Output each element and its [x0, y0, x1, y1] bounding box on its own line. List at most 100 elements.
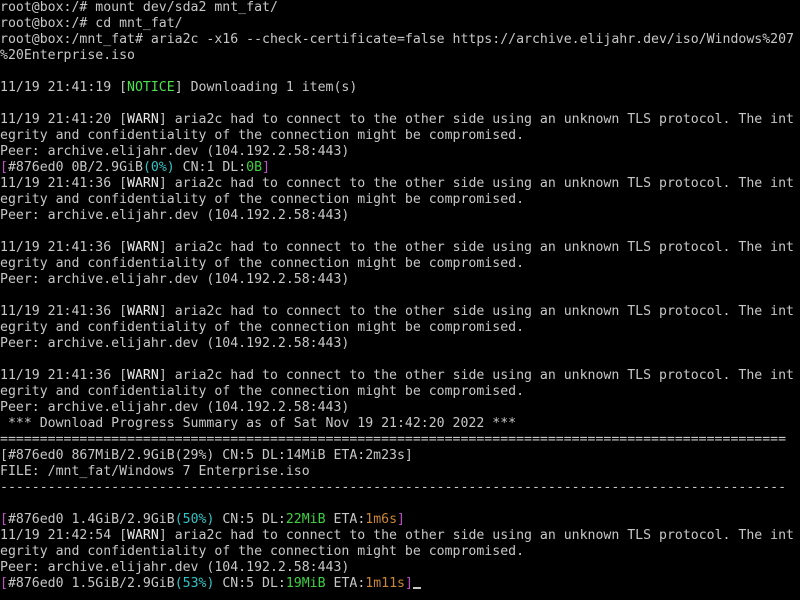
terminal-line: root@box:/# cd mnt_fat/ — [0, 16, 800, 32]
terminal-text-segment: ] — [404, 576, 413, 591]
terminal-text-segment: #876ed0 1.5GiB/2.9GiB — [7, 576, 175, 591]
terminal-line: [#876ed0 1.5GiB/2.9GiB(53%) CN:5 DL:19Mi… — [0, 576, 800, 592]
terminal-line: egrity and confidentiality of the connec… — [0, 128, 800, 144]
terminal-text-segment: WARN — [127, 112, 159, 127]
terminal-text-segment: egrity and confidentiality of the connec… — [0, 384, 525, 399]
terminal-line: egrity and confidentiality of the connec… — [0, 384, 800, 400]
text-cursor-icon — [412, 587, 421, 589]
terminal-text-segment: 1m6s — [365, 512, 398, 527]
terminal-text-segment: egrity and confidentiality of the connec… — [0, 320, 525, 335]
terminal-text-segment: CN:1 DL: — [174, 160, 247, 175]
terminal-text-segment: 19MiB — [285, 576, 326, 591]
terminal-text-segment: WARN — [127, 240, 159, 255]
terminal-text-segment: ] aria2c had to connect to the other sid… — [158, 176, 794, 191]
terminal-text-segment: Peer: archive.elijahr.dev (104.192.2.58:… — [0, 560, 350, 575]
terminal-text-segment: root@box:/mnt_fat# aria2c -x16 --check-c… — [0, 32, 794, 47]
terminal-line: ========================================… — [0, 432, 800, 448]
terminal-text-segment: (53%) — [174, 576, 215, 591]
terminal-line: ----------------------------------------… — [0, 480, 800, 496]
terminal-line: 11/19 21:41:36 [WARN] aria2c had to conn… — [0, 368, 800, 384]
terminal-text-segment: WARN — [127, 176, 159, 191]
terminal-line: 11/19 21:41:36 [WARN] aria2c had to conn… — [0, 240, 800, 256]
terminal-text-segment: ] aria2c had to connect to the other sid… — [158, 368, 794, 383]
terminal-line: root@box:/mnt_fat# aria2c -x16 --check-c… — [0, 32, 800, 48]
terminal-text-segment: WARN — [127, 368, 159, 383]
terminal-text-segment: 22MiB — [285, 512, 326, 527]
terminal-text-segment: WARN — [127, 528, 159, 543]
terminal-text-segment: ========================================… — [0, 432, 787, 447]
terminal-text-segment: (50%) — [174, 512, 215, 527]
terminal-text-segment: 11/19 21:41:36 [ — [0, 240, 128, 255]
terminal-text-segment: *** Download Progress Summary as of Sat … — [0, 416, 517, 431]
terminal-text-segment: ] aria2c had to connect to the other sid… — [158, 112, 794, 127]
terminal-line: %20Enterprise.iso — [0, 48, 800, 64]
terminal-text-segment: WARN — [127, 304, 159, 319]
terminal-text-segment: Peer: archive.elijahr.dev (104.192.2.58:… — [0, 208, 350, 223]
terminal-line: 11/19 21:41:20 [WARN] aria2c had to conn… — [0, 112, 800, 128]
terminal-text-segment: 11/19 21:41:36 [ — [0, 304, 128, 319]
terminal-line: [#876ed0 867MiB/2.9GiB(29%) CN:5 DL:14Mi… — [0, 448, 800, 464]
terminal-line: egrity and confidentiality of the connec… — [0, 320, 800, 336]
terminal-text-segment: ] Downloading 1 item(s) — [174, 80, 358, 95]
terminal-line: 11/19 21:41:19 [NOTICE] Downloading 1 it… — [0, 80, 800, 96]
terminal-text-segment: 11/19 21:41:36 [ — [0, 368, 128, 383]
terminal-text-segment: ] aria2c had to connect to the other sid… — [158, 240, 794, 255]
terminal-text-segment: 1m11s — [365, 576, 405, 591]
terminal-text-segment: (0%) — [142, 160, 175, 175]
terminal-line: root@box:/# mount dev/sda2 mnt_fat/ — [0, 0, 800, 16]
terminal-line: Peer: archive.elijahr.dev (104.192.2.58:… — [0, 336, 800, 352]
terminal-window[interactable]: root@box:/# mount dev/sda2 mnt_fat/root@… — [0, 0, 800, 600]
terminal-line: 11/19 21:41:36 [WARN] aria2c had to conn… — [0, 176, 800, 192]
terminal-text-segment: #876ed0 0B/2.9GiB — [7, 160, 143, 175]
terminal-text-segment: FILE: /mnt_fat/Windows 7 Enterprise.iso — [0, 464, 310, 479]
terminal-text-segment: 11/19 21:41:20 [ — [0, 112, 128, 127]
terminal-text-segment: CN:5 DL: — [214, 576, 286, 591]
terminal-text-segment: [ — [0, 160, 8, 175]
terminal-text-segment: ] aria2c had to connect to the other sid… — [158, 304, 794, 319]
terminal-text-segment: egrity and confidentiality of the connec… — [0, 544, 525, 559]
terminal-line: Peer: archive.elijahr.dev (104.192.2.58:… — [0, 208, 800, 224]
terminal-text-segment: [ — [0, 512, 8, 527]
terminal-line: [#876ed0 1.4GiB/2.9GiB(50%) CN:5 DL:22Mi… — [0, 512, 800, 528]
terminal-text-segment: Peer: archive.elijahr.dev (104.192.2.58:… — [0, 272, 350, 287]
terminal-text-segment: 0B — [246, 160, 263, 175]
terminal-text-segment: ] aria2c had to connect to the other sid… — [158, 528, 794, 543]
terminal-line: egrity and confidentiality of the connec… — [0, 192, 800, 208]
terminal-text-segment: egrity and confidentiality of the connec… — [0, 128, 525, 143]
terminal-line: 11/19 21:41:36 [WARN] aria2c had to conn… — [0, 304, 800, 320]
terminal-line: *** Download Progress Summary as of Sat … — [0, 416, 800, 432]
terminal-line: egrity and confidentiality of the connec… — [0, 544, 800, 560]
terminal-text-segment: ] — [262, 160, 271, 175]
terminal-text-segment: ETA: — [325, 576, 366, 591]
terminal-text-segment: root@box:/# cd mnt_fat/ — [0, 16, 183, 31]
terminal-text-segment: Peer: archive.elijahr.dev (104.192.2.58:… — [0, 144, 350, 159]
terminal-line: Peer: archive.elijahr.dev (104.192.2.58:… — [0, 144, 800, 160]
terminal-text-segment: [#876ed0 867MiB/2.9GiB(29%) CN:5 DL:14Mi… — [0, 448, 413, 463]
terminal-text-segment: ETA: — [325, 512, 366, 527]
terminal-line: FILE: /mnt_fat/Windows 7 Enterprise.iso — [0, 464, 800, 480]
terminal-text-segment: ] — [397, 512, 405, 527]
terminal-text-segment: ----------------------------------------… — [0, 480, 787, 495]
terminal-text-segment: NOTICE — [127, 80, 175, 95]
terminal-line: Peer: archive.elijahr.dev (104.192.2.58:… — [0, 400, 800, 416]
terminal-text-segment: root@box:/# mount dev/sda2 mnt_fat/ — [0, 0, 278, 15]
terminal-text-segment: #876ed0 1.4GiB/2.9GiB — [7, 512, 175, 527]
terminal-line: Peer: archive.elijahr.dev (104.192.2.58:… — [0, 272, 800, 288]
terminal-line: 11/19 21:42:54 [WARN] aria2c had to conn… — [0, 528, 800, 544]
terminal-text-segment: [ — [0, 576, 8, 591]
terminal-line: egrity and confidentiality of the connec… — [0, 256, 800, 272]
terminal-text-segment: egrity and confidentiality of the connec… — [0, 192, 525, 207]
terminal-text-segment: egrity and confidentiality of the connec… — [0, 256, 525, 271]
terminal-text-segment: 11/19 21:42:54 [ — [0, 528, 128, 543]
terminal-text-segment: Peer: archive.elijahr.dev (104.192.2.58:… — [0, 336, 350, 351]
terminal-text-segment: Peer: archive.elijahr.dev (104.192.2.58:… — [0, 400, 350, 415]
terminal-line: [#876ed0 0B/2.9GiB(0%) CN:1 DL:0B] — [0, 160, 800, 176]
terminal-line: Peer: archive.elijahr.dev (104.192.2.58:… — [0, 560, 800, 576]
terminal-text-segment: %20Enterprise.iso — [0, 48, 135, 63]
